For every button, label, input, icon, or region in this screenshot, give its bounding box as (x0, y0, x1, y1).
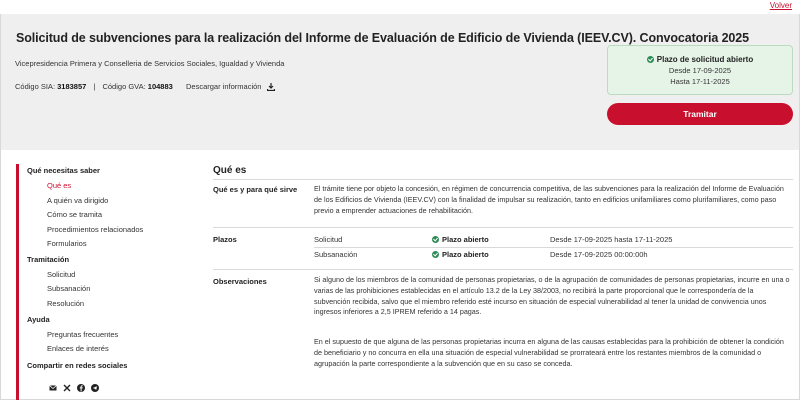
top-bar: Volver (0, 0, 800, 14)
x-icon[interactable] (63, 379, 71, 392)
status-to: Hasta 17-11-2025 (670, 77, 730, 86)
sidebar-item-formularios[interactable]: Formularios (47, 239, 87, 248)
plazo-subsanacion-status: Plazo abierto (432, 250, 489, 259)
facebook-icon[interactable] (77, 379, 85, 392)
check-circle-icon (432, 251, 439, 258)
divider (314, 247, 793, 248)
observaciones-label: Observaciones (213, 277, 267, 286)
gva-label: Código GVA: (102, 82, 146, 91)
plazo-status-text: Plazo abierto (442, 235, 489, 244)
plazos-label: Plazos (213, 235, 237, 244)
sidebar-item-subsanacion[interactable]: Subsanación (47, 284, 90, 293)
observaciones-text-1: Si alguno de los miembros de la comunida… (314, 275, 790, 317)
check-circle-icon (646, 56, 654, 63)
sidebar-item-resolucion[interactable]: Resolución (47, 299, 84, 308)
sidebar-item-que-es[interactable]: Qué es (47, 181, 71, 190)
sia-label: Código SIA: (15, 82, 56, 91)
procedure-codes: Código SIA: 3183857 | Código GVA: 104883 (15, 82, 173, 91)
plazo-solicitud-name: Solicitud (314, 235, 343, 244)
que-es-label: Qué es y para qué sirve (213, 185, 298, 194)
sidebar-item-enlaces-de-interes[interactable]: Enlaces de interés (47, 344, 109, 353)
page-title: Solicitud de subvenciones para la realiz… (16, 31, 749, 45)
plazo-solicitud-status: Plazo abierto (432, 235, 489, 244)
section-title: Qué es (213, 165, 247, 176)
tramitar-button[interactable]: Tramitar (607, 103, 793, 125)
application-status-box: Plazo de solicitud abierto Desde 17-09-2… (607, 45, 793, 95)
observaciones-text-2: En el supuesto de que alguna de las pers… (314, 337, 784, 368)
check-circle-icon (432, 236, 439, 243)
download-info-link[interactable]: Descargar información (186, 82, 275, 92)
download-icon (266, 83, 275, 92)
codes-separator: | (93, 82, 96, 91)
status-from: Desde 17-09-2025 (668, 66, 732, 75)
email-icon[interactable] (49, 379, 57, 391)
status-title: Plazo de solicitud abierto (608, 55, 792, 64)
plazo-subsanacion-dates: Desde 17-09-2025 00:00:00h (550, 250, 648, 259)
sidebar-item-como-se-tramita[interactable]: Cómo se tramita (47, 210, 102, 219)
sidebar-section-ayuda: Ayuda (27, 315, 50, 324)
sidebar-nav: Qué necesitas saber Qué es A quién va di… (16, 164, 196, 400)
download-label: Descargar información (186, 82, 262, 91)
back-link[interactable]: Volver (770, 1, 792, 10)
sidebar-section-compartir: Compartir en redes sociales (27, 361, 128, 370)
que-es-text: El trámite tiene por objeto la concesión… (314, 184, 784, 215)
sia-value: 3183857 (57, 82, 87, 91)
sidebar-item-solicitud[interactable]: Solicitud (47, 270, 75, 279)
sidebar-section-que-necesitas-saber: Qué necesitas saber (27, 166, 100, 175)
plazo-status-text: Plazo abierto (442, 250, 489, 259)
department-name: Vicepresidencia Primera y Conselleria de… (15, 59, 285, 68)
sidebar-item-a-quien-va-dirigido[interactable]: A quién va dirigido (47, 196, 108, 205)
gva-value: 104883 (147, 82, 173, 91)
sidebar-item-preguntas-frecuentes[interactable]: Preguntas frecuentes (47, 330, 118, 339)
plazo-solicitud-dates: Desde 17-09-2025 hasta 17-11-2025 (550, 235, 673, 244)
sidebar-section-tramitacion: Tramitación (27, 255, 70, 264)
divider (213, 227, 793, 228)
social-share-icons (49, 379, 99, 392)
sidebar-item-procedimientos-relacionados[interactable]: Procedimientos relacionados (47, 225, 143, 234)
divider (213, 179, 793, 180)
plazo-subsanacion-name: Subsanación (314, 250, 358, 259)
status-title-text: Plazo de solicitud abierto (656, 55, 754, 64)
divider (213, 269, 793, 270)
telegram-icon[interactable] (91, 379, 99, 392)
